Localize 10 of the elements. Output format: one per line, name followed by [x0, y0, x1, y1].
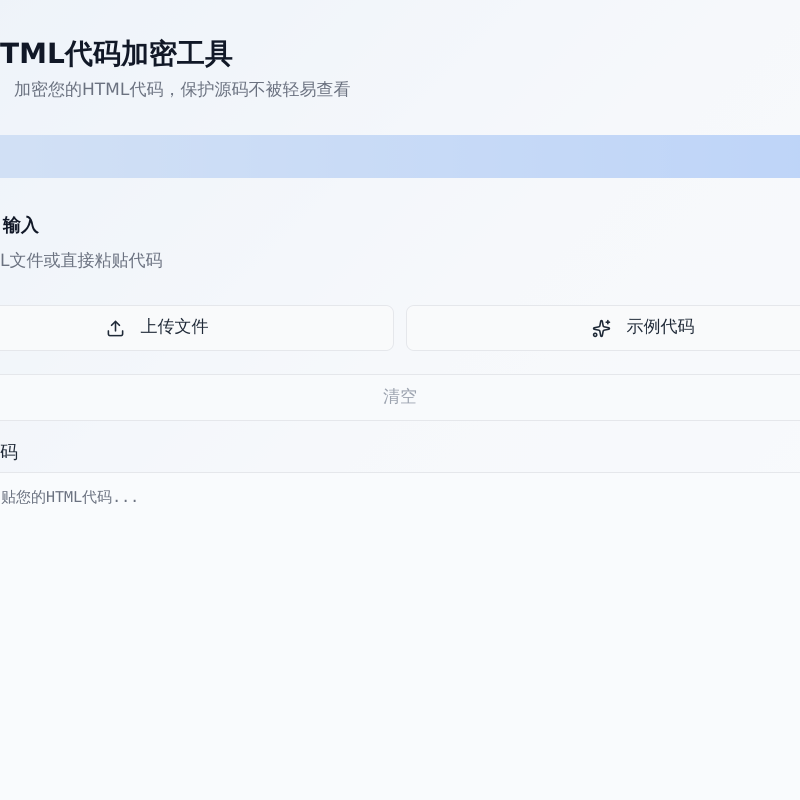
page-title: TML代码加密工具 — [0, 36, 233, 72]
code-input-field[interactable]: 贴您的HTML代码... — [0, 472, 800, 800]
upload-icon — [106, 318, 124, 338]
section-title: 输入 — [2, 214, 39, 238]
example-code-button[interactable]: 示例代码 — [406, 305, 800, 351]
upload-file-button[interactable]: 上传文件 — [0, 305, 394, 351]
page-subtitle: 加密您的HTML代码，保护源码不被轻易查看 — [13, 79, 350, 102]
code-label: 码 — [0, 441, 18, 465]
section-description: L文件或直接粘贴代码 — [0, 250, 162, 273]
sparkles-icon — [592, 318, 610, 338]
